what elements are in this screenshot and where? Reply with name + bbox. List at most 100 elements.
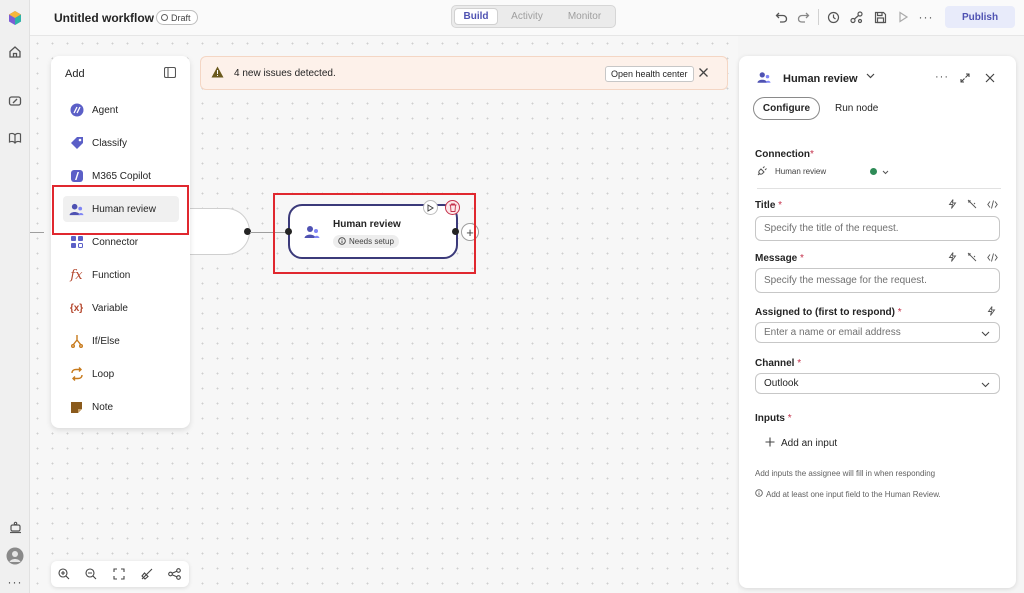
add-item-label: If/Else bbox=[92, 335, 120, 347]
properties-panel: Human review ··· Configure Run node Conn… bbox=[739, 56, 1016, 588]
run-icon[interactable] bbox=[895, 9, 911, 25]
connection-selector[interactable]: Human review bbox=[757, 166, 1001, 189]
message-input[interactable]: Specify the message for the request. bbox=[755, 268, 1000, 293]
add-item-note[interactable]: Note bbox=[63, 394, 179, 420]
add-item-label: Loop bbox=[92, 368, 115, 380]
publish-button[interactable]: Publish bbox=[945, 6, 1015, 28]
plus-icon bbox=[765, 437, 775, 450]
inputs-label: Inputs * bbox=[755, 413, 792, 424]
add-item-loop[interactable]: Loop bbox=[63, 361, 179, 387]
add-input-label: Add an input bbox=[781, 438, 838, 449]
share-icon[interactable] bbox=[848, 9, 864, 25]
add-item-function[interactable]: fx Function bbox=[63, 262, 179, 288]
info-icon bbox=[755, 489, 763, 499]
connection-chevron-down-icon[interactable] bbox=[882, 168, 889, 177]
dock-panel-icon[interactable] bbox=[163, 66, 177, 81]
title-chevron-down-icon[interactable] bbox=[866, 73, 875, 79]
more-options-icon[interactable]: ··· bbox=[5, 572, 25, 592]
avatar[interactable] bbox=[5, 546, 25, 566]
draft-badge: Draft bbox=[156, 10, 198, 25]
title-label: Title * bbox=[755, 200, 783, 211]
add-item-agent[interactable]: Agent bbox=[63, 97, 179, 123]
tab-monitor[interactable]: Monitor bbox=[556, 8, 613, 25]
undo-icon[interactable] bbox=[773, 9, 789, 25]
workflow-title[interactable]: Untitled workflow bbox=[54, 11, 154, 25]
more-actions-icon[interactable]: ··· bbox=[918, 9, 934, 25]
inputs-warning: Add at least one input field to the Huma… bbox=[755, 489, 941, 499]
channel-label: Channel * bbox=[755, 358, 802, 369]
inputs-warning-text: Add at least one input field to the Huma… bbox=[766, 489, 941, 499]
dynamic-content-icon[interactable] bbox=[948, 252, 957, 265]
add-item-label: Classify bbox=[92, 137, 128, 149]
title-input[interactable]: Specify the title of the request. bbox=[755, 216, 1000, 241]
workflows-icon[interactable] bbox=[5, 91, 25, 111]
add-item-label: Variable bbox=[92, 302, 128, 314]
zoom-in-icon[interactable] bbox=[57, 567, 71, 581]
note-icon bbox=[69, 400, 84, 415]
panel-title: Human review bbox=[783, 73, 858, 85]
channel-value: Outlook bbox=[764, 378, 799, 389]
fit-view-icon[interactable] bbox=[112, 567, 126, 581]
zoom-out-icon[interactable] bbox=[84, 567, 98, 581]
wand-icon[interactable] bbox=[967, 199, 977, 212]
loop-icon bbox=[69, 367, 84, 382]
mode-tabs: Build Activity Monitor bbox=[451, 5, 616, 28]
add-input-button[interactable]: Add an input bbox=[765, 437, 837, 450]
dynamic-content-icon[interactable] bbox=[948, 199, 957, 212]
code-icon[interactable] bbox=[987, 252, 998, 265]
tab-configure[interactable]: Configure bbox=[753, 97, 820, 120]
left-rail: ··· bbox=[0, 0, 30, 593]
save-icon[interactable] bbox=[872, 9, 888, 25]
zoom-toolbar bbox=[51, 561, 189, 587]
warning-icon bbox=[211, 66, 224, 81]
assigned-placeholder: Enter a name or email address bbox=[764, 327, 901, 338]
assigned-field-tools bbox=[987, 306, 996, 319]
expand-icon[interactable] bbox=[960, 73, 970, 83]
channel-select[interactable]: Outlook bbox=[755, 373, 1000, 394]
add-item-label: Note bbox=[92, 401, 114, 413]
app-logo-icon[interactable] bbox=[5, 8, 25, 28]
assigned-to-select[interactable]: Enter a name or email address bbox=[755, 322, 1000, 343]
layout-icon[interactable] bbox=[167, 567, 181, 581]
tab-activity[interactable]: Activity bbox=[498, 8, 556, 25]
feedback-icon[interactable] bbox=[5, 517, 25, 537]
agent-icon bbox=[69, 103, 84, 118]
add-item-classify[interactable]: Classify bbox=[63, 130, 179, 156]
dynamic-content-icon[interactable] bbox=[987, 306, 996, 319]
node-highlight-box bbox=[273, 193, 476, 274]
banner-text: 4 new issues detected. bbox=[234, 68, 336, 79]
copilot-icon bbox=[69, 169, 84, 184]
close-panel-icon[interactable] bbox=[985, 73, 995, 83]
wand-icon[interactable] bbox=[967, 252, 977, 265]
assigned-label: Assigned to (first to respond) * bbox=[755, 307, 902, 318]
message-field-tools bbox=[948, 252, 998, 265]
top-bar: Untitled workflow Draft Build Activity M… bbox=[30, 0, 1024, 36]
add-item-label: M365 Copilot bbox=[92, 170, 151, 182]
tab-build[interactable]: Build bbox=[454, 8, 498, 25]
tab-run-node[interactable]: Run node bbox=[835, 103, 878, 114]
connected-status-icon bbox=[870, 168, 877, 175]
library-icon[interactable] bbox=[5, 128, 25, 148]
redo-icon[interactable] bbox=[795, 9, 811, 25]
add-item-highlight-box bbox=[52, 185, 189, 235]
add-item-variable[interactable]: {x} Variable bbox=[63, 295, 179, 321]
history-icon[interactable] bbox=[825, 9, 841, 25]
close-banner-icon[interactable] bbox=[698, 67, 709, 81]
workflow-canvas[interactable]: 4 new issues detected. Open health cente… bbox=[30, 36, 738, 593]
add-item-if-else[interactable]: If/Else bbox=[63, 328, 179, 354]
chevron-down-icon bbox=[981, 329, 990, 340]
draft-status-icon bbox=[161, 14, 168, 21]
variable-icon: {x} bbox=[69, 302, 84, 314]
panel-more-icon[interactable]: ··· bbox=[935, 71, 949, 83]
home-icon[interactable] bbox=[5, 42, 25, 62]
human-review-icon bbox=[757, 71, 771, 84]
draft-label: Draft bbox=[171, 12, 191, 23]
open-health-center-button[interactable]: Open health center bbox=[605, 66, 694, 82]
connection-label: Connection* bbox=[755, 149, 814, 160]
code-icon[interactable] bbox=[987, 199, 998, 212]
inputs-help-text: Add inputs the assignee will fill in whe… bbox=[755, 469, 936, 478]
add-item-label: Function bbox=[92, 269, 131, 281]
tidy-up-icon[interactable] bbox=[140, 567, 154, 581]
connector-icon bbox=[69, 235, 84, 250]
toolbar-divider bbox=[818, 9, 819, 25]
